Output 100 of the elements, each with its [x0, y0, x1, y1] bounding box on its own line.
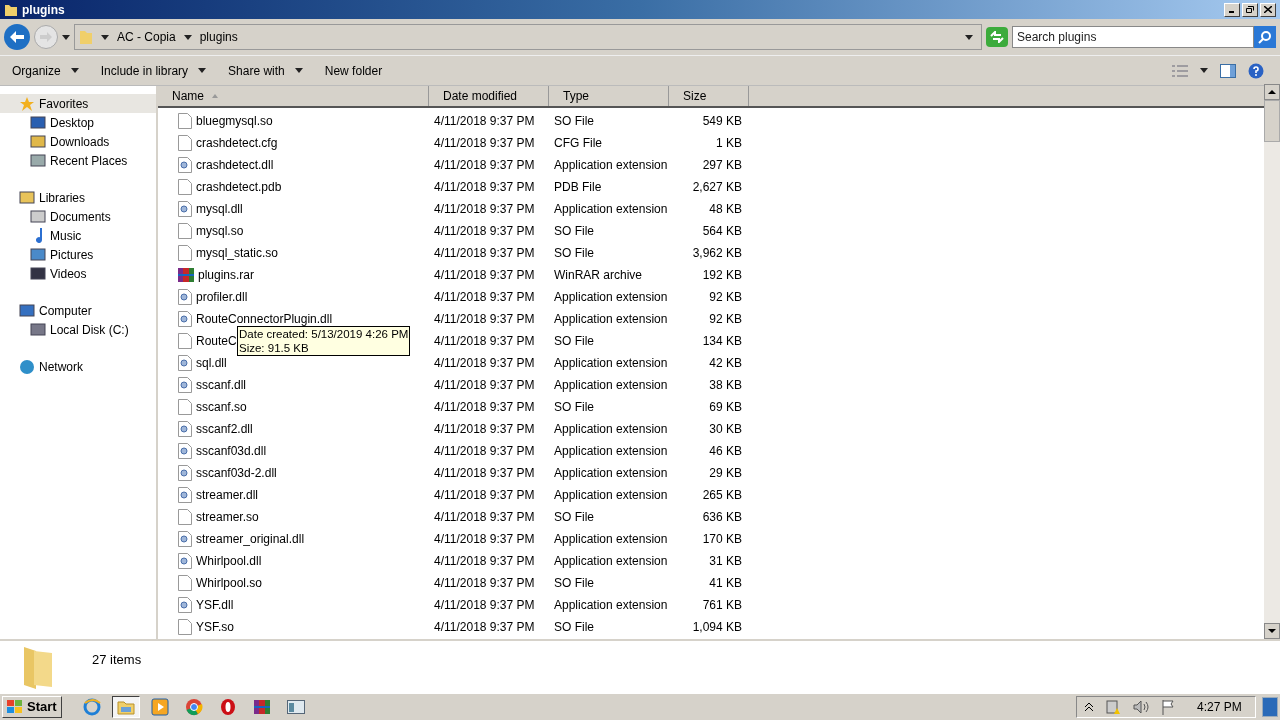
back-button[interactable]	[4, 24, 30, 50]
navigation-item[interactable]: Downloads	[0, 132, 156, 151]
column-header[interactable]: Type	[549, 86, 669, 106]
table-cell-text: 4/11/2018 9:37 PM	[433, 201, 536, 218]
file-name[interactable]: sscanf03d.dll	[196, 442, 267, 460]
file-icon	[178, 399, 192, 415]
toolbar-button[interactable]: Include in library	[100, 61, 207, 80]
music-note-icon	[34, 228, 42, 243]
file-name[interactable]: bluegmysql.so	[196, 112, 273, 130]
navigation-item[interactable]: Pictures	[0, 245, 156, 264]
file-name[interactable]: RouteConnectorPlugin.dll	[196, 310, 333, 328]
table-cell-text: 4/11/2018 9:37 PM	[433, 113, 536, 130]
file-name[interactable]: profiler.dll	[196, 288, 248, 306]
navigation-item[interactable]: Recent Places	[0, 151, 156, 170]
navigation-group[interactable]: Libraries	[0, 188, 156, 207]
clock[interactable]: 4:27 PM	[1197, 698, 1247, 716]
table-cell-text: Application extension	[553, 201, 669, 218]
file-name[interactable]: YSF.so	[196, 618, 234, 636]
taskbar-button[interactable]	[111, 696, 140, 718]
table-cell-text: SO File	[553, 333, 595, 350]
navigation-item[interactable]: Documents	[0, 207, 156, 226]
table-cell-text: Application extension	[553, 311, 669, 328]
browser-e-icon	[82, 698, 101, 716]
toolbar-button[interactable]: Organize	[12, 61, 79, 80]
column-header[interactable]: Date modified	[429, 86, 549, 106]
table-cell-text: 69 KB	[708, 399, 743, 416]
window-title: plugins	[22, 1, 65, 19]
table-cell-text: Application extension	[553, 289, 669, 306]
refresh-button[interactable]	[986, 27, 1008, 47]
show-hidden-icons-icon[interactable]	[1085, 703, 1093, 711]
table-cell-text: 29 KB	[708, 465, 743, 482]
file-name[interactable]: mysql_static.so	[196, 244, 279, 262]
file-name[interactable]: sscanf.so	[196, 398, 247, 416]
file-name[interactable]: mysql.dll	[196, 200, 243, 218]
table-cell-text: SO File	[553, 399, 595, 416]
breadcrumb[interactable]: plugins	[199, 28, 238, 46]
scroll-thumb[interactable]	[1264, 100, 1280, 142]
file-name[interactable]: streamer_original.dll	[196, 530, 305, 548]
folder-icon	[79, 29, 93, 45]
search-button[interactable]	[1254, 26, 1276, 48]
table-cell-text: 4/11/2018 9:37 PM	[433, 531, 536, 548]
table-cell-text: 4/11/2018 9:37 PM	[433, 553, 536, 570]
toolbar-button[interactable]: New folder	[324, 61, 383, 80]
table-cell-text: 48 KB	[708, 201, 743, 218]
navigation-item[interactable]: Local Disk (C:)	[0, 320, 156, 339]
file-icon	[178, 113, 192, 129]
search-icon	[1258, 30, 1272, 44]
table-cell-text: 170 KB	[701, 531, 743, 548]
file-name[interactable]: sscanf.dll	[196, 376, 247, 394]
navigation-group[interactable]: Favorites	[0, 94, 156, 113]
address-bar[interactable]: AC - Copia plugins	[74, 24, 982, 50]
restore-button[interactable]	[1242, 2, 1258, 17]
gear-file-icon	[178, 487, 192, 503]
file-name[interactable]: crashdetect.pdb	[196, 178, 282, 196]
column-header[interactable]: Name	[158, 86, 429, 106]
file-name[interactable]: Whirlpool.so	[196, 574, 263, 592]
minimize-button[interactable]	[1224, 2, 1240, 17]
file-name[interactable]: YSF.dll	[196, 596, 234, 614]
speaker-icon[interactable]	[1133, 700, 1149, 714]
navigation-item[interactable]: Videos	[0, 264, 156, 283]
table-cell-text: Application extension	[553, 531, 669, 548]
file-name[interactable]: sql.dll	[196, 354, 227, 372]
file-name[interactable]: RouteC	[196, 332, 237, 350]
file-name[interactable]: plugins.rar	[198, 266, 255, 284]
file-name[interactable]: streamer.so	[196, 508, 259, 526]
gear-file-icon	[178, 355, 192, 371]
file-name[interactable]: crashdetect.cfg	[196, 134, 278, 152]
table-cell-text: SO File	[553, 245, 595, 262]
file-icon	[178, 245, 192, 261]
item-count: 27 items	[92, 651, 142, 669]
column-header[interactable]: Size	[669, 86, 749, 106]
table-cell-text: 4/11/2018 9:37 PM	[433, 157, 536, 174]
flag-icon[interactable]	[1161, 699, 1175, 715]
file-name[interactable]: sscanf2.dll	[196, 420, 253, 438]
breadcrumb[interactable]: AC - Copia	[117, 28, 176, 46]
close-icon	[1264, 6, 1272, 13]
start-button[interactable]: Start	[2, 696, 62, 718]
scrollbar[interactable]	[1264, 84, 1280, 639]
navigation-group[interactable]: Network	[0, 357, 156, 376]
table-cell-text: Application extension	[553, 597, 669, 614]
toolbar-button[interactable]: Share with	[228, 61, 303, 80]
navigation-group[interactable]: Computer	[0, 301, 156, 320]
file-name[interactable]: crashdetect.dll	[196, 156, 274, 174]
table-cell-text: Application extension	[553, 421, 669, 438]
file-name[interactable]: mysql.so	[196, 222, 244, 240]
refresh-arrows-icon	[990, 31, 1004, 43]
file-name[interactable]: streamer.dll	[196, 486, 259, 504]
table-cell-text: 4/11/2018 9:37 PM	[433, 179, 536, 196]
table-cell-text: 549 KB	[701, 113, 743, 130]
table-cell-text: Application extension	[553, 157, 669, 174]
table-cell-text: 4/11/2018 9:37 PM	[433, 509, 536, 526]
search-field[interactable]: Search plugins	[1012, 26, 1254, 48]
navigation-item[interactable]: Desktop	[0, 113, 156, 132]
windows-logo-icon	[7, 700, 23, 714]
close-button[interactable]	[1260, 2, 1276, 17]
file-name[interactable]: sscanf03d-2.dll	[196, 464, 277, 482]
preview-pane-icon[interactable]	[1220, 63, 1236, 78]
file-name[interactable]: Whirlpool.dll	[196, 552, 262, 570]
help-icon[interactable]	[1248, 62, 1264, 79]
navigation-item[interactable]: Music	[0, 226, 156, 245]
